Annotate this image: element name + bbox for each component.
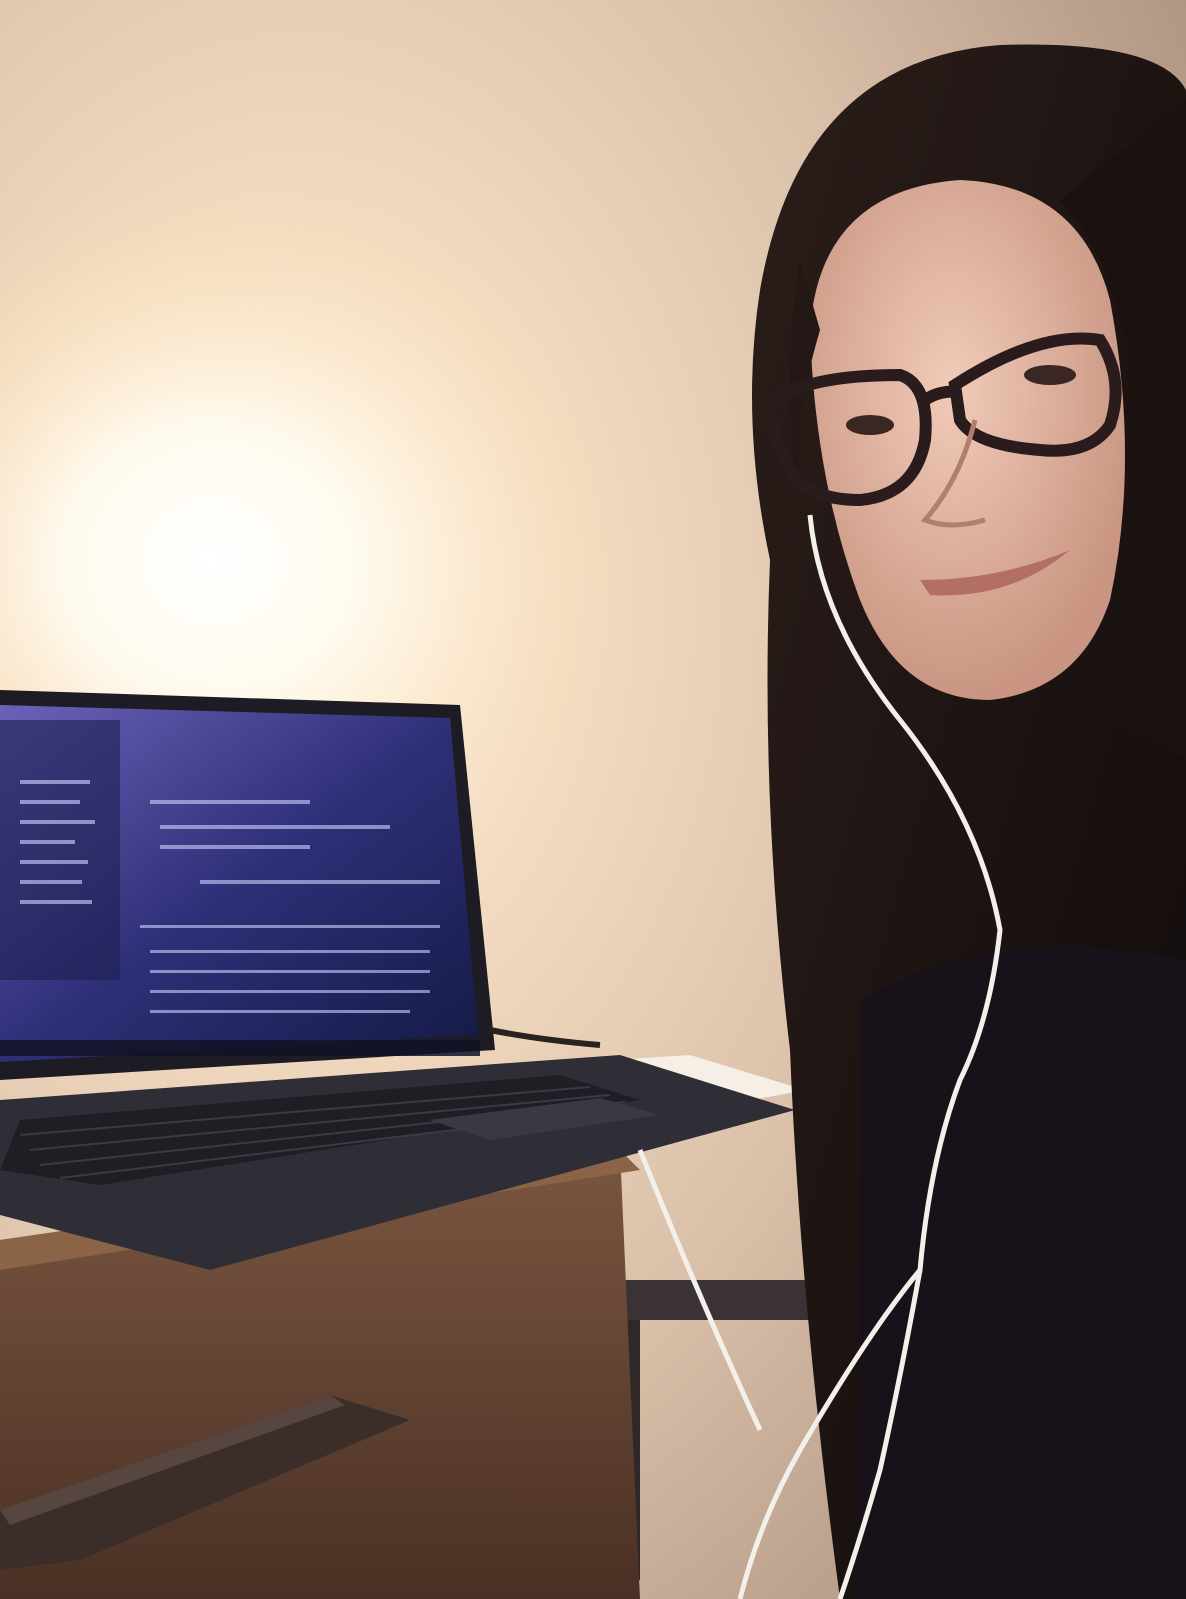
shirt: [860, 946, 1186, 1599]
person: [752, 44, 1186, 1599]
right-eye: [1024, 365, 1076, 385]
photo-scene: [0, 0, 1186, 1599]
left-eye: [846, 415, 894, 435]
